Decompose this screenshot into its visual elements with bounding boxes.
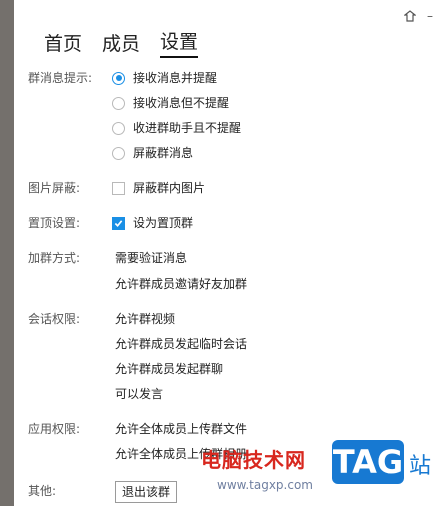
option-label: 收进群助手且不提醒 [133, 121, 242, 135]
notify-option-block[interactable]: 屏蔽群消息 [112, 145, 193, 161]
watermark-url: www.tagxp.com [217, 478, 313, 492]
tab-settings[interactable]: 设置 [160, 30, 199, 58]
option-label: 接收消息但不提醒 [133, 96, 230, 110]
radio-icon[interactable] [112, 146, 125, 160]
notify-label: 群消息提示: [28, 71, 93, 85]
image-block-checkbox-row[interactable]: 屏蔽群内图片 [112, 180, 205, 196]
group-settings-window: – 首页 成员 设置 群消息提示: 接收消息并提醒 接收消息但不提醒 收进群助手… [14, 0, 444, 506]
radio-icon[interactable] [112, 96, 125, 110]
radio-icon[interactable] [112, 121, 125, 135]
session-permission-label: 会话权限: [28, 312, 81, 326]
join-method-value: 需要验证消息 [115, 251, 188, 265]
app-permission-label: 应用权限: [28, 422, 81, 436]
watermark-tag-logo: TAG [332, 440, 404, 484]
option-label: 设为置顶群 [133, 216, 194, 230]
pin-label: 置顶设置: [28, 216, 81, 230]
minimize-glyph: – [427, 9, 433, 23]
session-item: 可以发言 [115, 387, 164, 401]
image-block-label: 图片屏蔽: [28, 181, 81, 195]
checkbox-icon[interactable] [112, 181, 125, 195]
radio-selected-icon[interactable] [112, 71, 125, 85]
other-label: 其他: [28, 484, 57, 498]
tab-bar: 首页 成员 设置 [44, 30, 199, 58]
checkbox-checked-icon[interactable] [112, 216, 125, 230]
option-label: 屏蔽群内图片 [133, 181, 206, 195]
watermark-suffix: 站 [409, 454, 432, 479]
minimize-icon[interactable]: – [422, 8, 438, 24]
pin-checkbox-row[interactable]: 设为置顶群 [112, 215, 193, 231]
session-item: 允许群视频 [115, 312, 176, 326]
join-invite-value: 允许群成员邀请好友加群 [115, 277, 248, 291]
option-label: 屏蔽群消息 [133, 146, 194, 160]
session-item: 允许群成员发起群聊 [115, 362, 224, 376]
tab-home[interactable]: 首页 [44, 32, 82, 58]
notify-option-receive-remind[interactable]: 接收消息并提醒 [112, 70, 217, 86]
app-item: 允许全体成员上传群文件 [115, 422, 248, 436]
join-method-label: 加群方式: [28, 251, 81, 265]
skin-icon[interactable] [402, 8, 418, 24]
notify-option-receive-silent[interactable]: 接收消息但不提醒 [112, 95, 229, 111]
app-item: 允许全体成员上传群相册 [115, 447, 248, 461]
quit-group-button[interactable]: 退出该群 [115, 481, 178, 503]
tab-members[interactable]: 成员 [102, 32, 140, 58]
session-item: 允许群成员发起临时会话 [115, 337, 248, 351]
notify-option-assistant[interactable]: 收进群助手且不提醒 [112, 120, 241, 136]
option-label: 接收消息并提醒 [133, 71, 218, 85]
background-window-edge [0, 0, 14, 506]
